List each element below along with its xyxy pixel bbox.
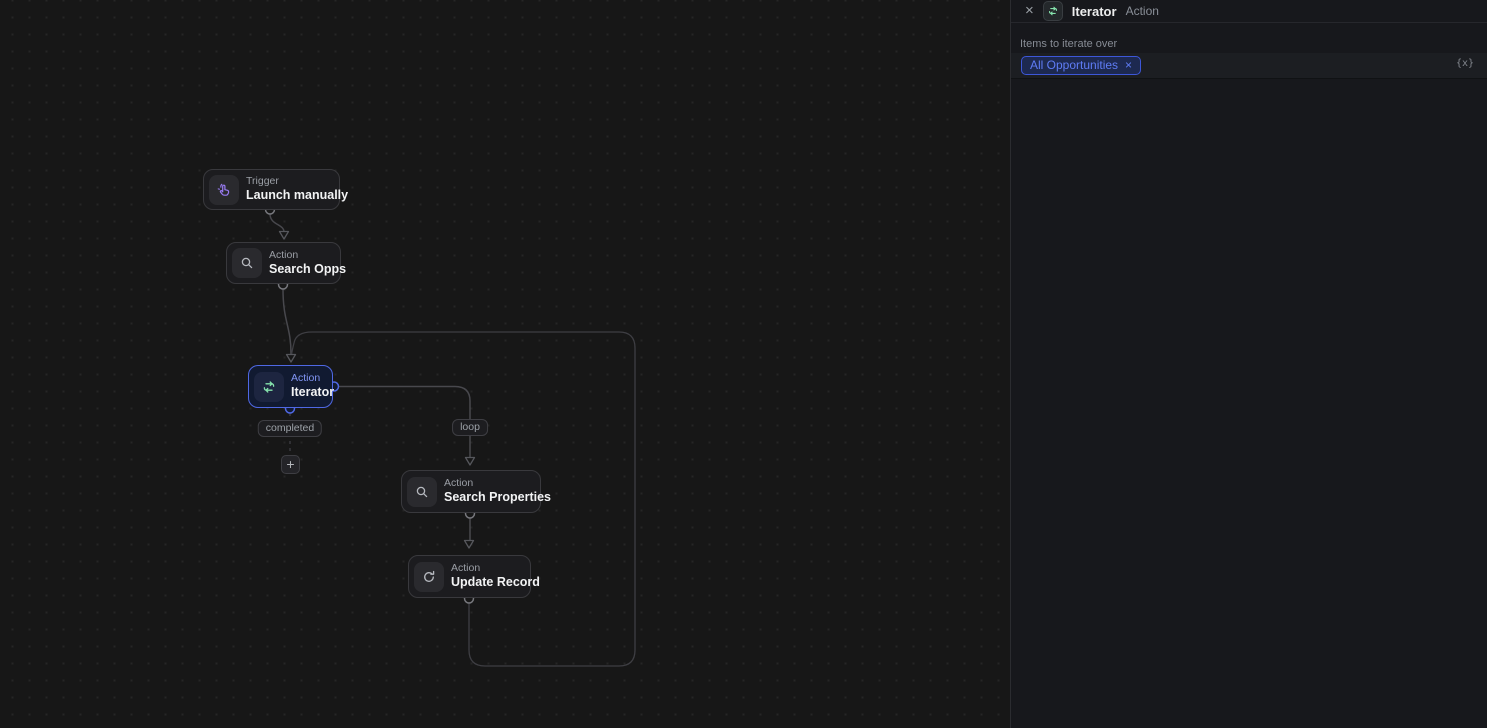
hand-click-icon	[209, 174, 239, 205]
repeat-icon	[1042, 1, 1063, 21]
field-label: Items to iterate over	[1020, 38, 1118, 50]
inspector-panel: × Iterator Action Items to iterate over …	[1011, 0, 1487, 728]
node-category-label: Action	[451, 562, 481, 575]
node-action-iterator[interactable]: Action Iterator	[248, 365, 335, 408]
workflow-edges	[264, 204, 636, 667]
node-category-label: Action	[291, 372, 321, 385]
node-category-label: Action	[269, 248, 299, 261]
add-step-button[interactable]: +	[281, 455, 300, 474]
node-title: Launch manually	[246, 188, 349, 203]
node-trigger-launch-manually[interactable]: Trigger Launch manually	[203, 169, 348, 210]
node-action-search-opps[interactable]: Action Search Opps	[226, 242, 346, 284]
refresh-icon	[414, 561, 444, 592]
node-category-label: Action	[444, 477, 474, 490]
chip-all-opportunities[interactable]: All Opportunities ×	[1021, 56, 1142, 75]
node-title: Search Properties	[444, 490, 551, 505]
node-title: Iterator	[291, 385, 335, 400]
inspector-header: × Iterator Action	[1011, 0, 1487, 23]
node-category-label: Trigger	[246, 175, 279, 188]
node-action-search-properties[interactable]: Action Search Properties	[401, 470, 551, 513]
panel-type-badge: Action	[1125, 4, 1159, 18]
search-icon	[407, 476, 437, 507]
close-icon[interactable]: ×	[1025, 3, 1034, 18]
insert-variable-button[interactable]: {x}	[1451, 56, 1479, 76]
search-icon	[232, 248, 262, 278]
node-title: Update Record	[451, 575, 540, 590]
edge-label-loop: loop	[452, 419, 488, 436]
chip-label: All Opportunities	[1030, 58, 1119, 72]
node-title: Search Opps	[269, 261, 347, 276]
node-action-update-record[interactable]: Action Update Record	[408, 555, 540, 598]
chip-remove-icon[interactable]: ×	[1125, 58, 1132, 72]
repeat-icon	[254, 371, 284, 402]
items-to-iterate-input[interactable]: All Opportunities × {x}	[1011, 53, 1487, 79]
edge-label-completed: completed	[257, 420, 323, 437]
workflow-canvas[interactable]: Trigger Launch manually Action Search Op…	[0, 0, 1011, 728]
panel-title: Iterator	[1071, 3, 1117, 19]
